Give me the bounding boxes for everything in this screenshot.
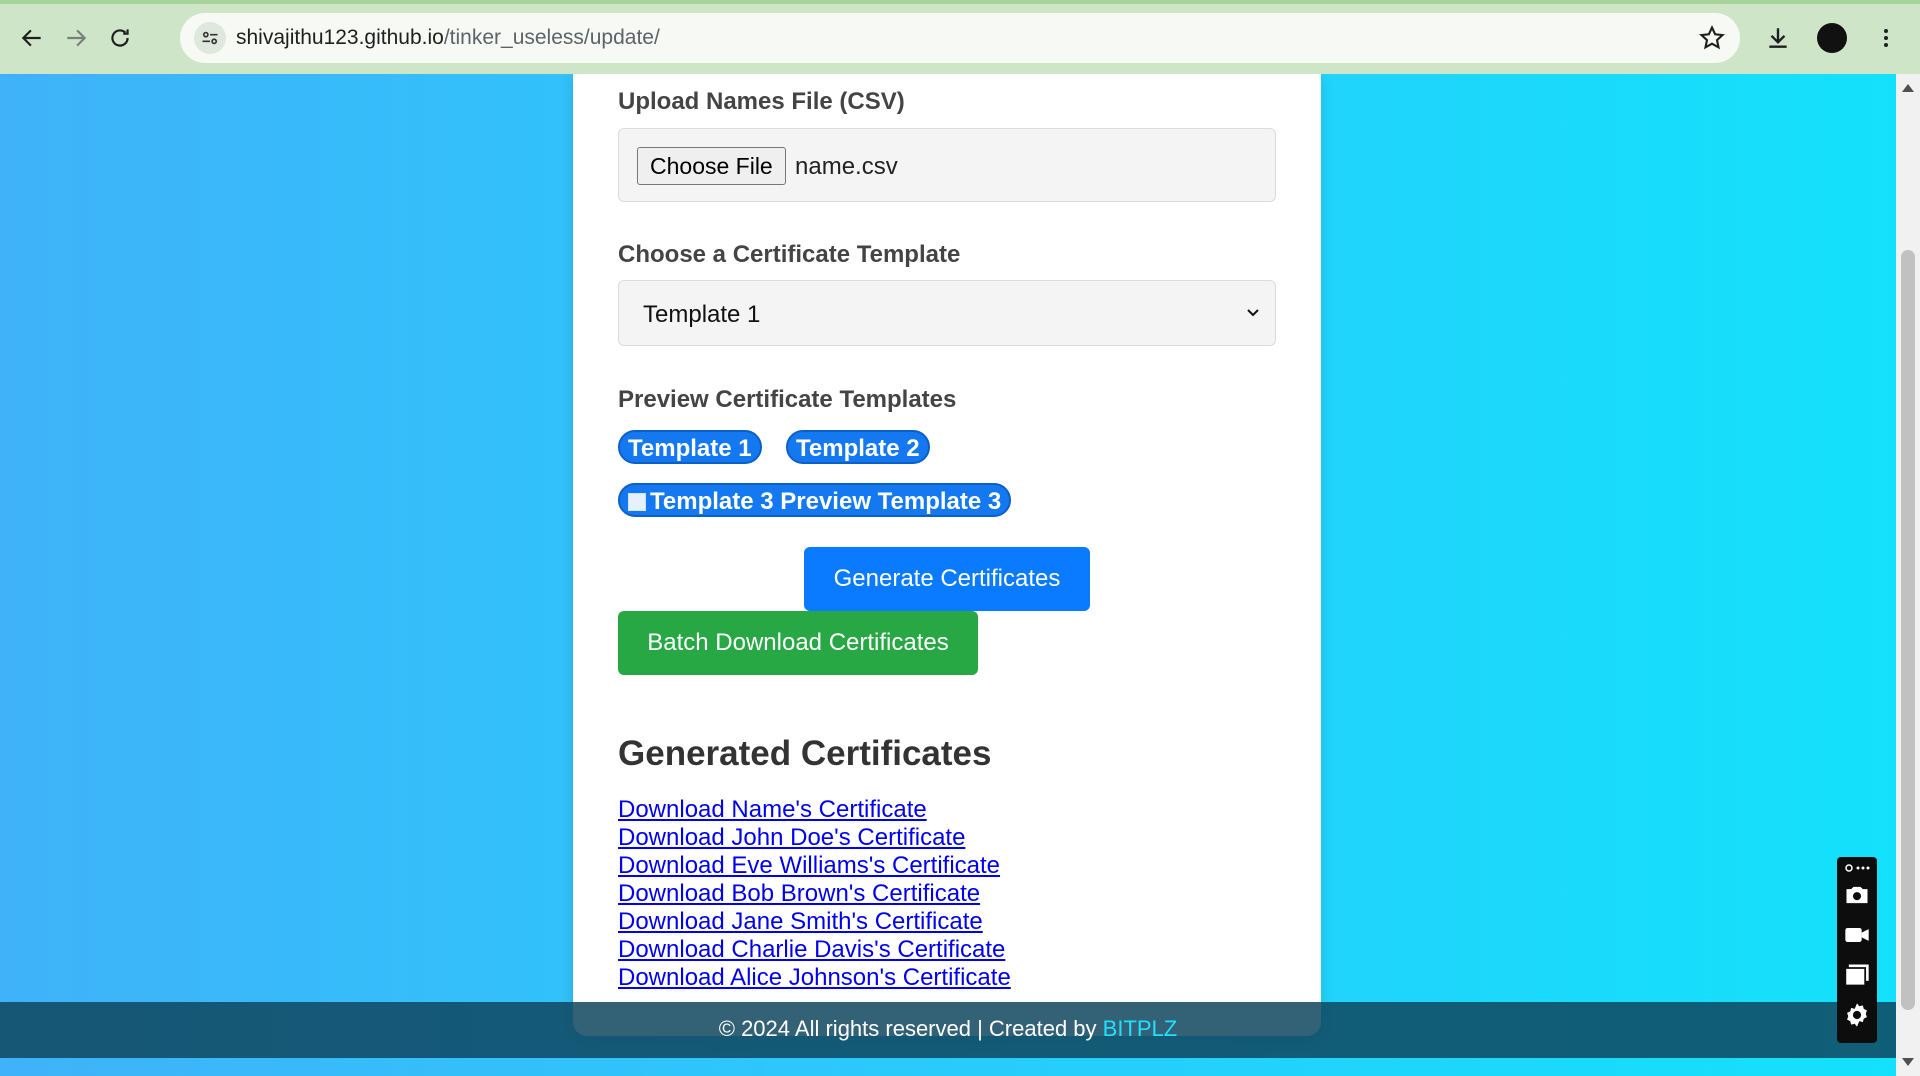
capture-toolbar (1837, 857, 1877, 1043)
menu-button[interactable] (1868, 20, 1904, 56)
reload-icon (111, 29, 129, 47)
page-footer: © 2024 All rights reserved | Created by … (0, 1002, 1896, 1058)
preview-template-3[interactable]: Template 3 Preview Template 3 (618, 483, 1012, 517)
back-button[interactable] (14, 20, 50, 56)
bookmark-star-icon[interactable] (1698, 24, 1726, 52)
download-icon (1769, 28, 1787, 48)
url-host: shivajithu123.github.io (236, 26, 444, 49)
forward-button[interactable] (58, 20, 94, 56)
vertical-scrollbar[interactable] (1896, 74, 1920, 1076)
certificate-link[interactable]: Download Alice Johnson's Certificate (618, 964, 1011, 992)
toolbar-options[interactable] (1843, 859, 1871, 877)
selected-file-name: name.csv (795, 153, 898, 180)
downloads-button[interactable] (1760, 20, 1796, 56)
certificate-link[interactable]: Download Eve Williams's Certificate (618, 852, 1011, 880)
site-info-button[interactable] (194, 22, 226, 54)
window-icon (1844, 964, 1869, 987)
url-path: /tinker_useless/update/ (443, 26, 660, 49)
window-capture-button[interactable] (1843, 961, 1871, 989)
certificate-link[interactable]: Download Name's Certificate (618, 796, 1011, 824)
chevron-down-icon (1247, 309, 1259, 317)
upload-label: Upload Names File (CSV) (618, 88, 905, 115)
choose-file-button[interactable]: Choose File (637, 147, 786, 185)
forward-arrow-icon (67, 29, 87, 47)
address-bar[interactable]: shivajithu123.github.io/tinker_useless/u… (180, 13, 1740, 63)
video-camera-icon (1845, 928, 1869, 942)
url-text[interactable]: shivajithu123.github.io/tinker_useless/u… (236, 26, 660, 50)
template-select-value: Template 1 (643, 301, 761, 328)
page-viewport: Upload Names File (CSV) Choose File name… (0, 74, 1896, 1076)
generate-certificates-button[interactable]: Generate Certificates (804, 547, 1090, 611)
scroll-down-arrow[interactable] (1902, 1058, 1914, 1066)
profile-button[interactable] (1814, 20, 1850, 56)
brand-link[interactable]: BITPLZ (1103, 1016, 1178, 1041)
tab-strip-accent (0, 0, 1920, 4)
browser-toolbar: shivajithu123.github.io/tinker_useless/u… (0, 0, 1920, 74)
generated-heading: Generated Certificates (618, 734, 992, 773)
certificate-link[interactable]: Download Bob Brown's Certificate (618, 880, 1011, 908)
scroll-thumb[interactable] (1901, 250, 1915, 1010)
camera-icon (1846, 886, 1868, 904)
preview-template-1[interactable]: Template 1 (618, 430, 762, 464)
certificate-links: Download Name's Certificate Download Joh… (618, 796, 1011, 992)
file-input[interactable]: Choose File name.csv (618, 128, 1276, 202)
preview-template-3-label: Template 3 Preview Template 3 (650, 488, 1002, 515)
screenshot-button[interactable] (1843, 881, 1871, 909)
template-label: Choose a Certificate Template (618, 241, 961, 268)
scroll-up-arrow[interactable] (1902, 84, 1914, 92)
template-select[interactable]: Template 1 (618, 280, 1276, 346)
form-card: Upload Names File (CSV) Choose File name… (573, 74, 1321, 1036)
preview-template-2[interactable]: Template 2 (786, 430, 930, 464)
avatar (1817, 23, 1847, 53)
more-horiz-icon (1845, 864, 1870, 872)
broken-image-icon (628, 493, 646, 511)
batch-download-button[interactable]: Batch Download Certificates (618, 611, 978, 675)
preview-label: Preview Certificate Templates (618, 386, 957, 413)
footer-text: © 2024 All rights reserved | Created by … (0, 1016, 1896, 1042)
certificate-link[interactable]: Download Charlie Davis's Certificate (618, 936, 1011, 964)
certificate-link[interactable]: Download John Doe's Certificate (618, 824, 1011, 852)
record-button[interactable] (1843, 921, 1871, 949)
back-arrow-icon (21, 29, 41, 47)
reload-button[interactable] (102, 20, 138, 56)
gear-icon (1847, 1003, 1867, 1027)
settings-button[interactable] (1843, 1001, 1871, 1029)
tune-icon (202, 31, 218, 45)
copyright-text: © 2024 All rights reserved | Created by (718, 1016, 1103, 1041)
more-vert-icon (1884, 29, 1888, 47)
certificate-link[interactable]: Download Jane Smith's Certificate (618, 908, 1011, 936)
